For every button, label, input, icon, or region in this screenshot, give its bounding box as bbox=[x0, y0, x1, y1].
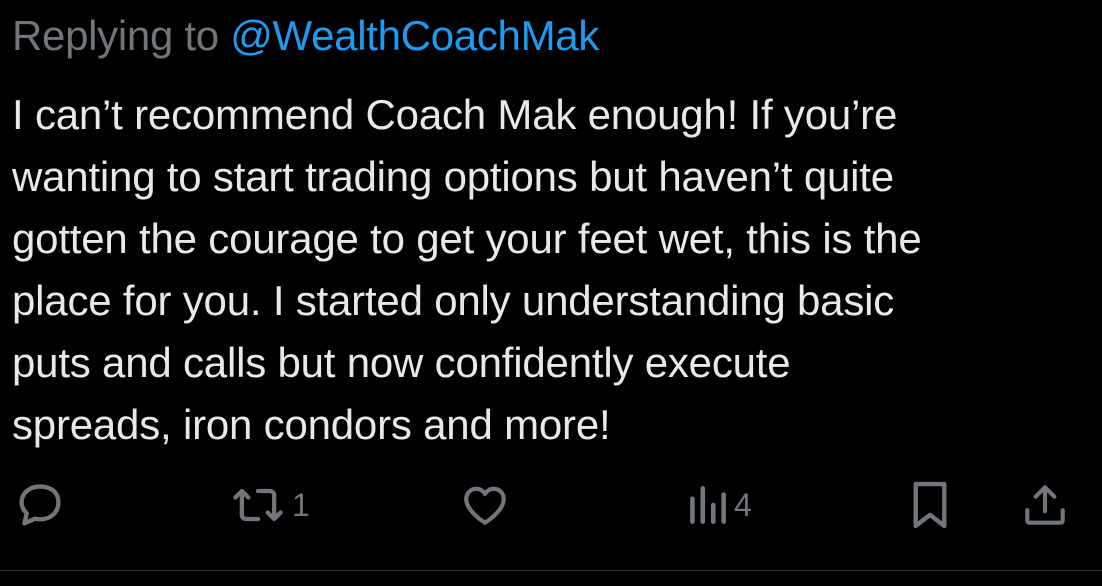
tweet-line: spreads, iron condors and more! bbox=[12, 401, 611, 448]
heart-icon bbox=[460, 480, 510, 530]
repost-count: 1 bbox=[292, 486, 310, 523]
tweet-text: I can’t recommend Coach Mak enough! If y… bbox=[12, 84, 1097, 456]
share-button[interactable] bbox=[1020, 470, 1070, 540]
tweet-line: I can’t recommend Coach Mak enough! If y… bbox=[12, 91, 898, 138]
bookmark-icon bbox=[908, 478, 952, 532]
like-button[interactable] bbox=[460, 470, 510, 540]
repost-icon bbox=[230, 479, 286, 531]
reply-prefix: Replying to bbox=[12, 12, 231, 59]
tweet-line: gotten the courage to get your feet wet,… bbox=[12, 215, 922, 262]
tweet-line: puts and calls but now confidently execu… bbox=[12, 339, 791, 386]
action-bar: 1 4 bbox=[0, 470, 1102, 540]
bookmark-button[interactable] bbox=[908, 470, 952, 540]
reply-context: Replying to @WealthCoachMak bbox=[12, 10, 599, 62]
repost-button[interactable]: 1 bbox=[230, 470, 310, 540]
share-upload-icon bbox=[1020, 479, 1070, 531]
tweet-line: wanting to start trading options but hav… bbox=[12, 153, 894, 200]
reply-button[interactable] bbox=[14, 470, 66, 540]
views-count: 4 bbox=[734, 486, 752, 523]
reply-handle-link[interactable]: @WealthCoachMak bbox=[230, 12, 599, 59]
views-button[interactable]: 4 bbox=[686, 470, 752, 540]
tweet-line: place for you. I started only understand… bbox=[12, 277, 895, 324]
divider bbox=[0, 570, 1102, 571]
reply-bubble-icon bbox=[14, 479, 66, 531]
views-bar-chart-icon bbox=[686, 480, 728, 530]
